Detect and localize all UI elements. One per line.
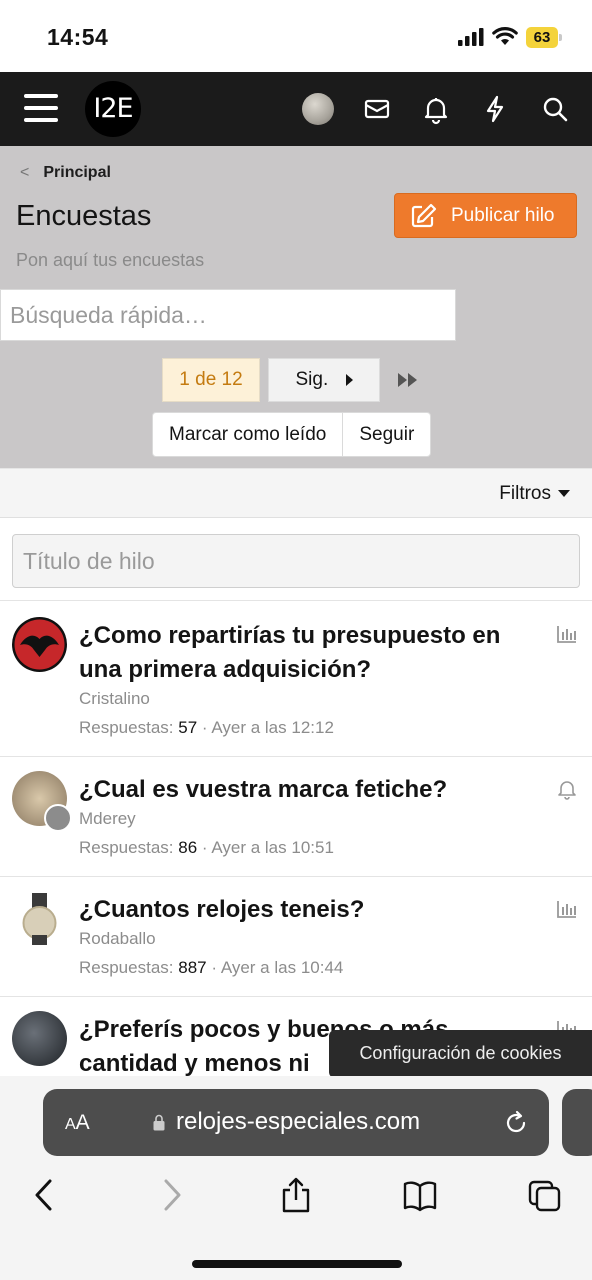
signal-icon (458, 28, 484, 46)
poll-icon (557, 626, 576, 643)
search-icon[interactable] (538, 92, 572, 126)
bookmarks-icon[interactable] (403, 1176, 437, 1214)
user-avatar[interactable] (302, 93, 334, 125)
wifi-icon (492, 27, 518, 45)
thread-actions: Marcar como leído Seguir (152, 412, 432, 457)
pager-current-page[interactable]: 1 de 12 (162, 358, 260, 402)
follow-button[interactable]: Seguir (342, 413, 430, 456)
next-tab-preview[interactable] (562, 1089, 592, 1156)
battery-level: 63 (526, 27, 558, 48)
breadcrumb[interactable]: < Principal (20, 164, 111, 182)
edit-icon (411, 203, 437, 227)
thread-row[interactable]: ¿Cuantos relojes teneis? Rodaballo Respu… (0, 876, 592, 996)
site-logo[interactable]: I2E (85, 81, 141, 137)
back-icon[interactable] (27, 1176, 61, 1214)
pager-next-button[interactable]: Sig. (268, 358, 380, 402)
last-page-icon[interactable] (396, 370, 420, 390)
reply-count: 57 (178, 718, 198, 737)
thread-author[interactable]: Rodaballo (79, 929, 156, 949)
status-time: 14:54 (47, 24, 109, 50)
thread-meta: Respuestas: 887 · Ayer a las 10:44 (79, 958, 344, 977)
browser-toolbar: AA relojes-especiales.com (0, 1076, 592, 1280)
share-icon[interactable] (279, 1176, 313, 1214)
breadcrumb-label[interactable]: Principal (43, 164, 111, 181)
filters-bar: Filtros (0, 468, 592, 518)
reply-count: 887 (178, 958, 207, 977)
thread-meta: Respuestas: 86 · Ayer a las 10:51 (79, 838, 334, 857)
pager-next-label: Sig. (295, 369, 329, 390)
mark-read-button[interactable]: Marcar como leído (153, 413, 342, 456)
reply-count: 86 (178, 838, 198, 857)
caret-right-icon (345, 373, 353, 386)
cookie-settings-button[interactable]: Configuración de cookies (329, 1030, 592, 1078)
reload-icon[interactable] (503, 1110, 529, 1136)
filters-dropdown[interactable]: Filtros (499, 483, 570, 505)
secondary-avatar (44, 804, 72, 832)
thread-title[interactable]: ¿Como repartirías tu presupuesto en una … (79, 619, 549, 687)
lock-icon (153, 1114, 165, 1131)
avatar[interactable] (12, 891, 67, 946)
status-bar: 14:54 63 (0, 0, 592, 72)
bell-icon (558, 781, 576, 800)
home-indicator (192, 1260, 402, 1268)
tabs-icon[interactable] (528, 1176, 562, 1214)
thread-title[interactable]: ¿Cuantos relojes teneis? (79, 893, 549, 927)
thread-title[interactable]: ¿Cual es vuestra marca fetiche? (79, 773, 549, 807)
url-text[interactable]: relojes-especiales.com (176, 1108, 420, 1136)
thread-time: Ayer a las 12:12 (211, 718, 334, 737)
thread-author[interactable]: Mderey (79, 809, 136, 829)
forum-header: < Principal Encuestas Publicar hilo Pon a… (0, 146, 592, 468)
mail-icon[interactable] (360, 92, 394, 126)
thread-row[interactable]: ¿Cual es vuestra marca fetiche? Mderey R… (0, 756, 592, 876)
page-title: Encuestas (16, 200, 152, 232)
publish-label: Publicar hilo (451, 204, 555, 226)
thread-author[interactable]: Cristalino (79, 689, 150, 709)
battery-indicator: 63 (526, 27, 564, 48)
thread-time: Ayer a las 10:44 (220, 958, 344, 977)
quick-search-input[interactable]: Búsqueda rápida… (0, 289, 456, 341)
lightning-icon[interactable] (478, 92, 512, 126)
thread-row[interactable]: ¿Como repartirías tu presupuesto en una … (0, 600, 592, 756)
site-navbar: I2E (0, 72, 592, 146)
poll-icon (557, 901, 576, 918)
thread-time: Ayer a las 10:51 (211, 838, 334, 857)
thread-title-filter-input[interactable]: Título de hilo (12, 534, 580, 588)
avatar[interactable] (12, 1011, 67, 1066)
reader-settings-button[interactable]: AA (65, 1111, 90, 1135)
thread-meta: Respuestas: 57 · Ayer a las 12:12 (79, 718, 334, 737)
bell-icon[interactable] (419, 92, 453, 126)
publish-thread-button[interactable]: Publicar hilo (394, 193, 577, 238)
address-bar[interactable]: AA relojes-especiales.com (43, 1089, 549, 1156)
avatar[interactable] (12, 617, 67, 672)
forward-icon[interactable] (155, 1176, 189, 1214)
menu-icon[interactable] (24, 94, 58, 124)
forum-description: Pon aquí tus encuestas (16, 250, 205, 270)
